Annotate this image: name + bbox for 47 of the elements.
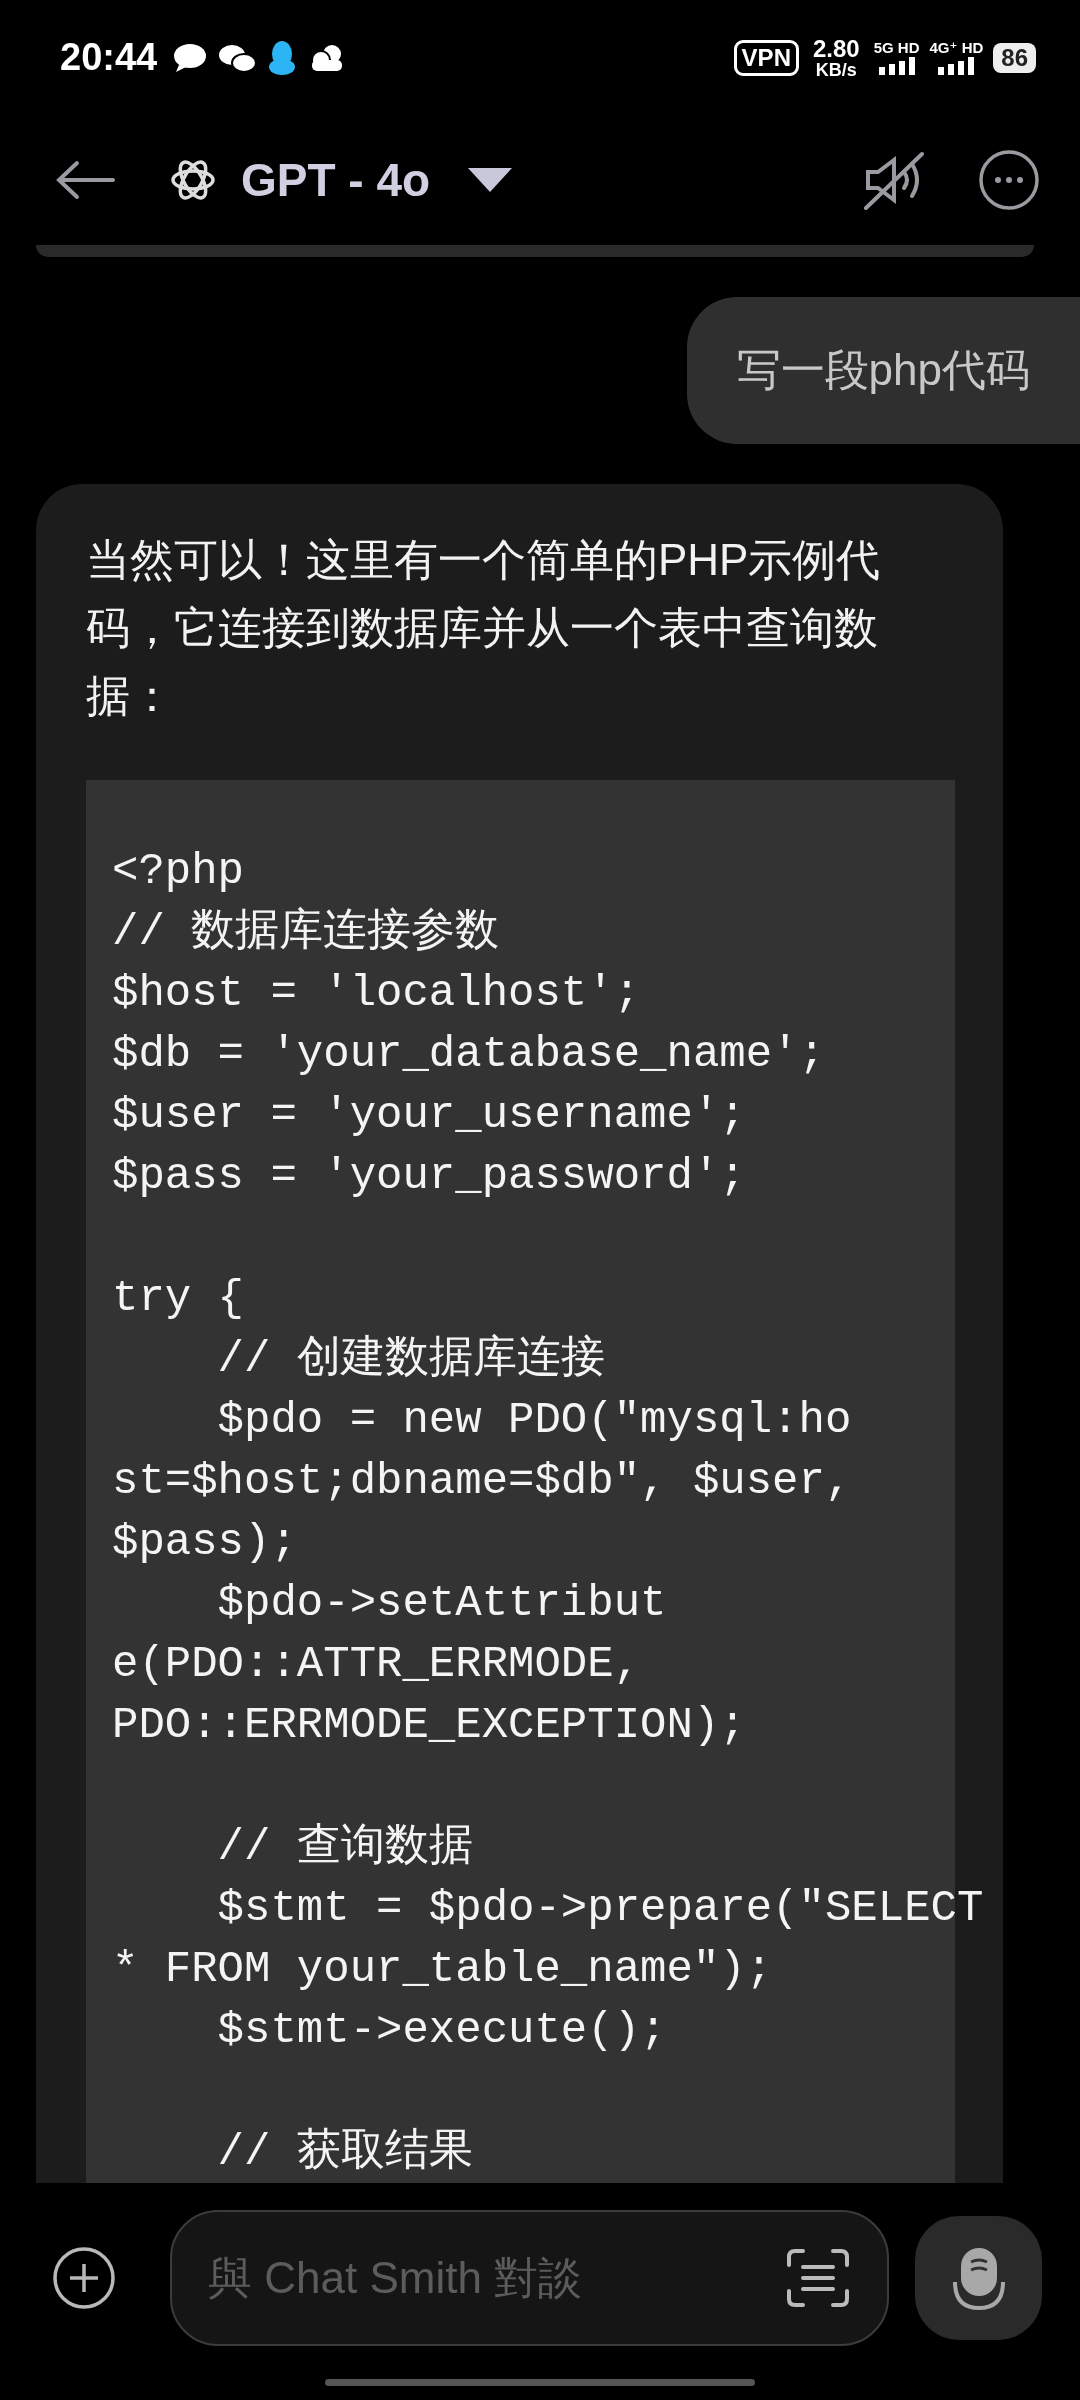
code-line: $user = 'your_username'; bbox=[112, 1089, 746, 1142]
code-line: // 创建数据库连接 bbox=[216, 1333, 605, 1386]
code-line: $pass = 'your_password'; bbox=[112, 1150, 746, 1203]
back-button[interactable] bbox=[55, 160, 115, 200]
clock-time: 20:44 bbox=[60, 36, 158, 79]
code-line: $stmt->execute(); bbox=[216, 2004, 667, 2057]
speaker-muted-icon bbox=[862, 150, 926, 210]
microphone-icon bbox=[950, 2246, 1007, 2310]
code-line: PDO::ERRMODE_EXCEPTION); bbox=[112, 1699, 746, 1752]
code-line: try { bbox=[112, 1272, 245, 1325]
speed-unit: KB/s bbox=[815, 60, 857, 79]
chat-bubble-icon bbox=[173, 42, 208, 73]
code-line: st=$host;dbname=$db", $user, bbox=[112, 1455, 852, 1508]
speaker-mute-button[interactable] bbox=[862, 150, 926, 210]
code-line: * FROM your_table_name"); bbox=[112, 1943, 773, 1996]
code-line: $stmt = $pdo->prepare("SELECT bbox=[216, 1882, 984, 1935]
code-line: <?php bbox=[112, 845, 245, 898]
user-message: 写一段php代码 bbox=[686, 297, 1080, 444]
network-speed: 2.80 bbox=[812, 36, 860, 61]
code-line: $pdo = new PDO("mysql:ho bbox=[216, 1394, 852, 1447]
battery-level: 86 bbox=[1001, 43, 1028, 71]
message-text: 当然可以！这里有一个简单的PHP示例代码，它连接到数据库并从一个表中查询数据： bbox=[86, 534, 882, 722]
code-line: // 获取结果 bbox=[216, 2126, 473, 2179]
message-composer[interactable]: 與 Chat Smith 對談 bbox=[170, 2210, 889, 2346]
add-button[interactable] bbox=[52, 2246, 116, 2310]
code-line: $pass); bbox=[112, 1516, 297, 1569]
scan-text-icon bbox=[785, 2247, 851, 2309]
code-line: $pdo->setAttribut bbox=[216, 1577, 667, 1630]
caret-icon bbox=[466, 166, 515, 194]
more-options-button[interactable] bbox=[978, 149, 1040, 211]
code-line: $host = 'localhost'; bbox=[112, 967, 641, 1020]
voice-button[interactable] bbox=[915, 2216, 1042, 2340]
vpn-badge: VPN bbox=[733, 39, 799, 76]
signal-icon bbox=[876, 57, 917, 75]
network-label: 4G⁺ HD bbox=[929, 40, 984, 55]
more-icon bbox=[978, 149, 1040, 211]
back-arrow-icon bbox=[55, 160, 115, 200]
code-line: // 数据库连接参数 bbox=[112, 906, 500, 959]
plus-circle-icon bbox=[52, 2246, 116, 2310]
network-label: 5G HD bbox=[873, 40, 920, 55]
code-line: e(PDO::ATTR_ERRMODE, bbox=[112, 1638, 641, 1691]
model-title[interactable]: GPT - 4o bbox=[241, 153, 431, 207]
code-line: $db = 'your_database_name'; bbox=[112, 1028, 825, 1081]
code-line: // 查询数据 bbox=[216, 1821, 473, 1874]
signal-icon bbox=[936, 57, 977, 75]
message-input-field[interactable]: 與 Chat Smith 對談 bbox=[206, 2252, 785, 2304]
scan-text-button[interactable] bbox=[785, 2247, 851, 2309]
